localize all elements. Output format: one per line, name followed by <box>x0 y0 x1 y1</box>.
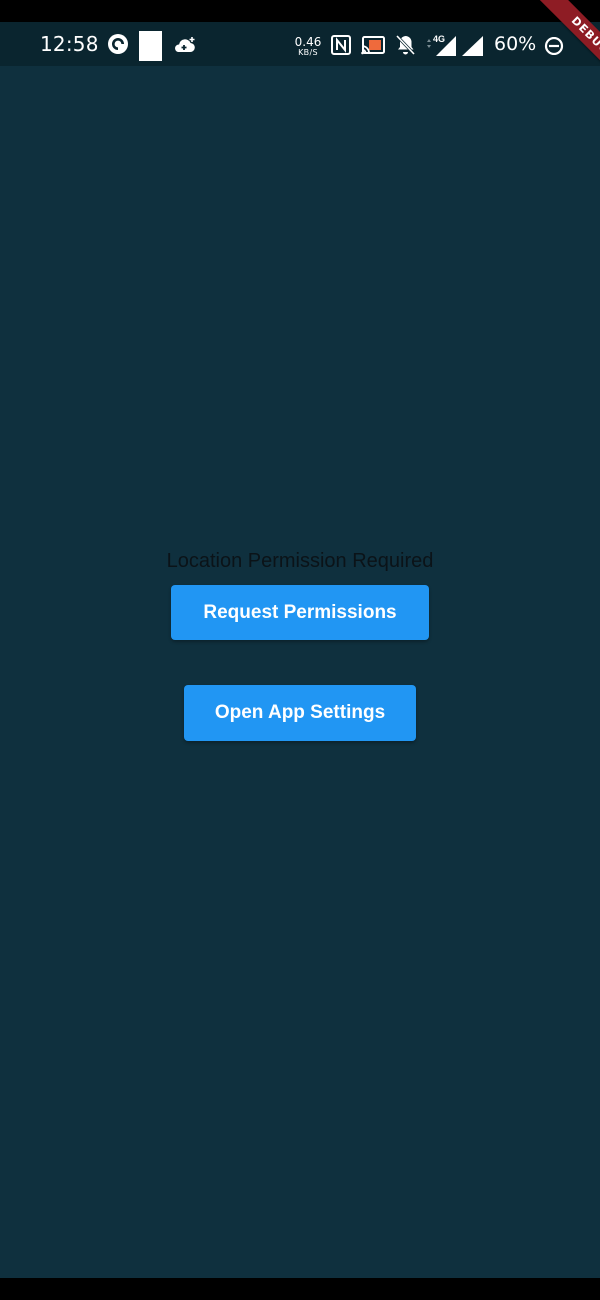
network-type-label: 4G <box>433 34 445 44</box>
top-screen-edge <box>0 0 600 22</box>
request-permissions-button[interactable]: Request Permissions <box>171 585 429 640</box>
net-speed-value: 0.46 <box>294 35 322 49</box>
signal-icon <box>462 36 483 56</box>
signal-4g-icon: 4G <box>427 34 456 56</box>
cloud-add-icon <box>175 37 195 53</box>
status-time: 12:58 <box>40 32 99 56</box>
cast-icon <box>361 36 385 55</box>
bell-off-icon <box>395 34 416 56</box>
notification-square-icon <box>139 31 162 61</box>
battery-icon <box>544 37 564 55</box>
net-speed-unit: KB/S <box>298 48 318 57</box>
status-bar: 12:58 0.46 KB/S 4G 60% <box>0 22 600 66</box>
nfc-icon <box>331 35 351 55</box>
bottom-screen-edge <box>0 1278 600 1300</box>
battery-percent: 60% <box>494 33 537 55</box>
pocket-casts-icon <box>108 34 128 54</box>
permission-message: Location Permission Required <box>166 550 434 572</box>
app-screen: Location Permission Required Request Per… <box>0 66 600 1278</box>
open-app-settings-button[interactable]: Open App Settings <box>184 685 416 741</box>
net-speed: 0.46 KB/S <box>294 36 322 57</box>
